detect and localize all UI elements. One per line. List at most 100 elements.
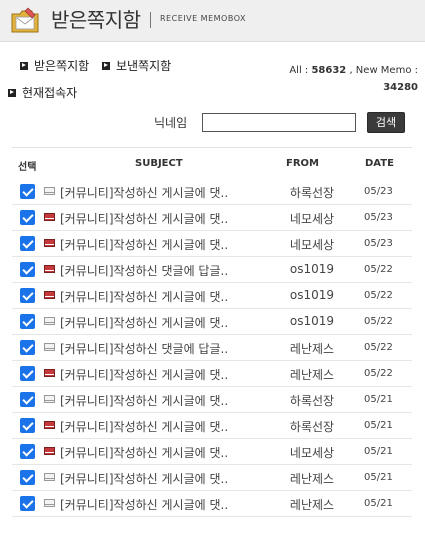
memo-row: [커뮤니티]작성하신 댓글에 답글.. os1019 05/22: [12, 257, 412, 283]
unread-envelope-icon: [44, 239, 55, 247]
memo-date: 05/23: [364, 186, 393, 197]
page-subtitle: RECEIVE MEMOBOX: [160, 14, 246, 23]
read-envelope-icon: [44, 473, 55, 481]
memo-row: [커뮤니티]작성하신 게시글에 댓.. 레난제스 05/21: [12, 491, 412, 517]
read-envelope-icon: [44, 499, 55, 507]
read-envelope-icon: [44, 395, 55, 403]
row-checkbox[interactable]: [20, 418, 35, 433]
row-checkbox[interactable]: [20, 470, 35, 485]
memo-row: [커뮤니티]작성하신 게시글에 댓.. 레난제스 05/22: [12, 361, 412, 387]
memo-list: [커뮤니티]작성하신 게시글에 댓.. 하록선장 05/23 [커뮤니티]작성하…: [12, 179, 412, 517]
unread-envelope-icon: [44, 265, 55, 273]
memo-row: [커뮤니티]작성하신 댓글에 답글.. 레난제스 05/22: [12, 335, 412, 361]
memo-sender[interactable]: 하록선장: [277, 392, 347, 409]
arrow-bullet-icon: [102, 61, 110, 70]
all-count-value: 58632: [311, 65, 347, 76]
row-checkbox[interactable]: [20, 392, 35, 407]
memo-date: 05/23: [364, 212, 393, 223]
memo-subject[interactable]: [커뮤니티]작성하신 게시글에 댓..: [60, 288, 228, 305]
memo-sender[interactable]: 하록선장: [277, 418, 347, 435]
memo-date: 05/22: [364, 368, 393, 379]
memo-row: [커뮤니티]작성하신 게시글에 댓.. 네모세상 05/23: [12, 231, 412, 257]
row-checkbox[interactable]: [20, 444, 35, 459]
memo-sender[interactable]: 레난제스: [277, 470, 347, 487]
arrow-bullet-icon: [8, 88, 16, 97]
memo-row: [커뮤니티]작성하신 게시글에 댓.. 네모세상 05/21: [12, 439, 412, 465]
unread-envelope-icon: [44, 421, 55, 429]
memo-subject[interactable]: [커뮤니티]작성하신 게시글에 댓..: [60, 236, 228, 253]
memo-sender[interactable]: os1019: [277, 314, 347, 328]
column-header-select: 선택: [18, 162, 37, 173]
nav-sent[interactable]: 보낸쪽지함: [102, 57, 171, 74]
memo-subject[interactable]: [커뮤니티]작성하신 게시글에 댓..: [60, 444, 228, 461]
memo-sender[interactable]: 네모세상: [277, 236, 347, 253]
memo-subject[interactable]: [커뮤니티]작성하신 게시글에 댓..: [60, 184, 228, 201]
page-header: 받은쪽지함 RECEIVE MEMOBOX: [0, 0, 425, 42]
memo-sender[interactable]: 레난제스: [277, 340, 347, 357]
memo-subject[interactable]: [커뮤니티]작성하신 댓글에 답글..: [60, 340, 228, 357]
memo-sender[interactable]: os1019: [277, 262, 347, 276]
memo-row: [커뮤니티]작성하신 게시글에 댓.. 레난제스 05/21: [12, 465, 412, 491]
memo-subject[interactable]: [커뮤니티]작성하신 게시글에 댓..: [60, 392, 228, 409]
unread-envelope-icon: [44, 447, 55, 455]
memo-date: 05/21: [364, 420, 393, 431]
row-checkbox[interactable]: [20, 262, 35, 277]
memo-subject[interactable]: [커뮤니티]작성하신 게시글에 댓..: [60, 496, 228, 513]
memo-subject[interactable]: [커뮤니티]작성하신 게시글에 댓..: [60, 470, 228, 487]
memo-date: 05/22: [364, 290, 393, 301]
memo-sender[interactable]: 레난제스: [277, 366, 347, 383]
memo-date: 05/21: [364, 446, 393, 457]
nickname-label: 닉네임: [154, 116, 188, 130]
read-envelope-icon: [44, 317, 55, 325]
column-header-subject: SUBJECT: [135, 158, 183, 169]
all-count-label: All :: [289, 65, 309, 76]
divider-line: [12, 147, 412, 148]
row-checkbox[interactable]: [20, 236, 35, 251]
row-checkbox[interactable]: [20, 496, 35, 511]
memo-subject[interactable]: [커뮤니티]작성하신 게시글에 댓..: [60, 210, 228, 227]
nickname-search-input[interactable]: [202, 113, 356, 132]
memo-row: [커뮤니티]작성하신 게시글에 댓.. 하록선장 05/23: [12, 179, 412, 205]
row-checkbox[interactable]: [20, 340, 35, 355]
memo-sender[interactable]: 네모세상: [277, 444, 347, 461]
search-button[interactable]: 검색: [367, 112, 405, 133]
memo-subject[interactable]: [커뮤니티]작성하신 게시글에 댓..: [60, 314, 228, 331]
memo-date: 05/22: [364, 316, 393, 327]
memo-subject[interactable]: [커뮤니티]작성하신 댓글에 답글..: [60, 262, 228, 279]
memo-row: [커뮤니티]작성하신 게시글에 댓.. 하록선장 05/21: [12, 387, 412, 413]
new-memo-label: , New Memo :: [349, 65, 418, 76]
row-checkbox[interactable]: [20, 184, 35, 199]
nav-sent-label: 보낸쪽지함: [116, 59, 172, 73]
memo-row: [커뮤니티]작성하신 게시글에 댓.. os1019 05/22: [12, 283, 412, 309]
memo-sender[interactable]: 하록선장: [277, 184, 347, 201]
memo-sender[interactable]: os1019: [277, 288, 347, 302]
memo-date: 05/21: [364, 498, 393, 509]
nav-inbox[interactable]: 받은쪽지함: [20, 57, 89, 74]
row-checkbox[interactable]: [20, 288, 35, 303]
nav-online-users[interactable]: 현재접속자: [8, 84, 77, 101]
arrow-bullet-icon: [20, 61, 28, 70]
memo-sender[interactable]: 네모세상: [277, 210, 347, 227]
memo-subject[interactable]: [커뮤니티]작성하신 게시글에 댓..: [60, 366, 228, 383]
memo-subject[interactable]: [커뮤니티]작성하신 게시글에 댓..: [60, 418, 228, 435]
read-envelope-icon: [44, 343, 55, 351]
column-header-date: DATE: [365, 158, 394, 169]
read-envelope-icon: [44, 187, 55, 195]
row-checkbox[interactable]: [20, 366, 35, 381]
row-checkbox[interactable]: [20, 314, 35, 329]
nav-online-label: 현재접속자: [22, 86, 78, 100]
new-memo-count: 34280: [383, 82, 418, 93]
row-checkbox[interactable]: [20, 210, 35, 225]
memo-date: 05/21: [364, 472, 393, 483]
memo-date: 05/23: [364, 238, 393, 249]
column-header-from: FROM: [286, 158, 319, 169]
unread-envelope-icon: [44, 369, 55, 377]
page-title: 받은쪽지함: [51, 8, 141, 32]
memo-date: 05/21: [364, 394, 393, 405]
memobox-folder-icon: [11, 7, 39, 33]
memo-date: 05/22: [364, 342, 393, 353]
memo-sender[interactable]: 레난제스: [277, 496, 347, 513]
memo-date: 05/22: [364, 264, 393, 275]
unread-envelope-icon: [44, 291, 55, 299]
memo-row: [커뮤니티]작성하신 게시글에 댓.. os1019 05/22: [12, 309, 412, 335]
